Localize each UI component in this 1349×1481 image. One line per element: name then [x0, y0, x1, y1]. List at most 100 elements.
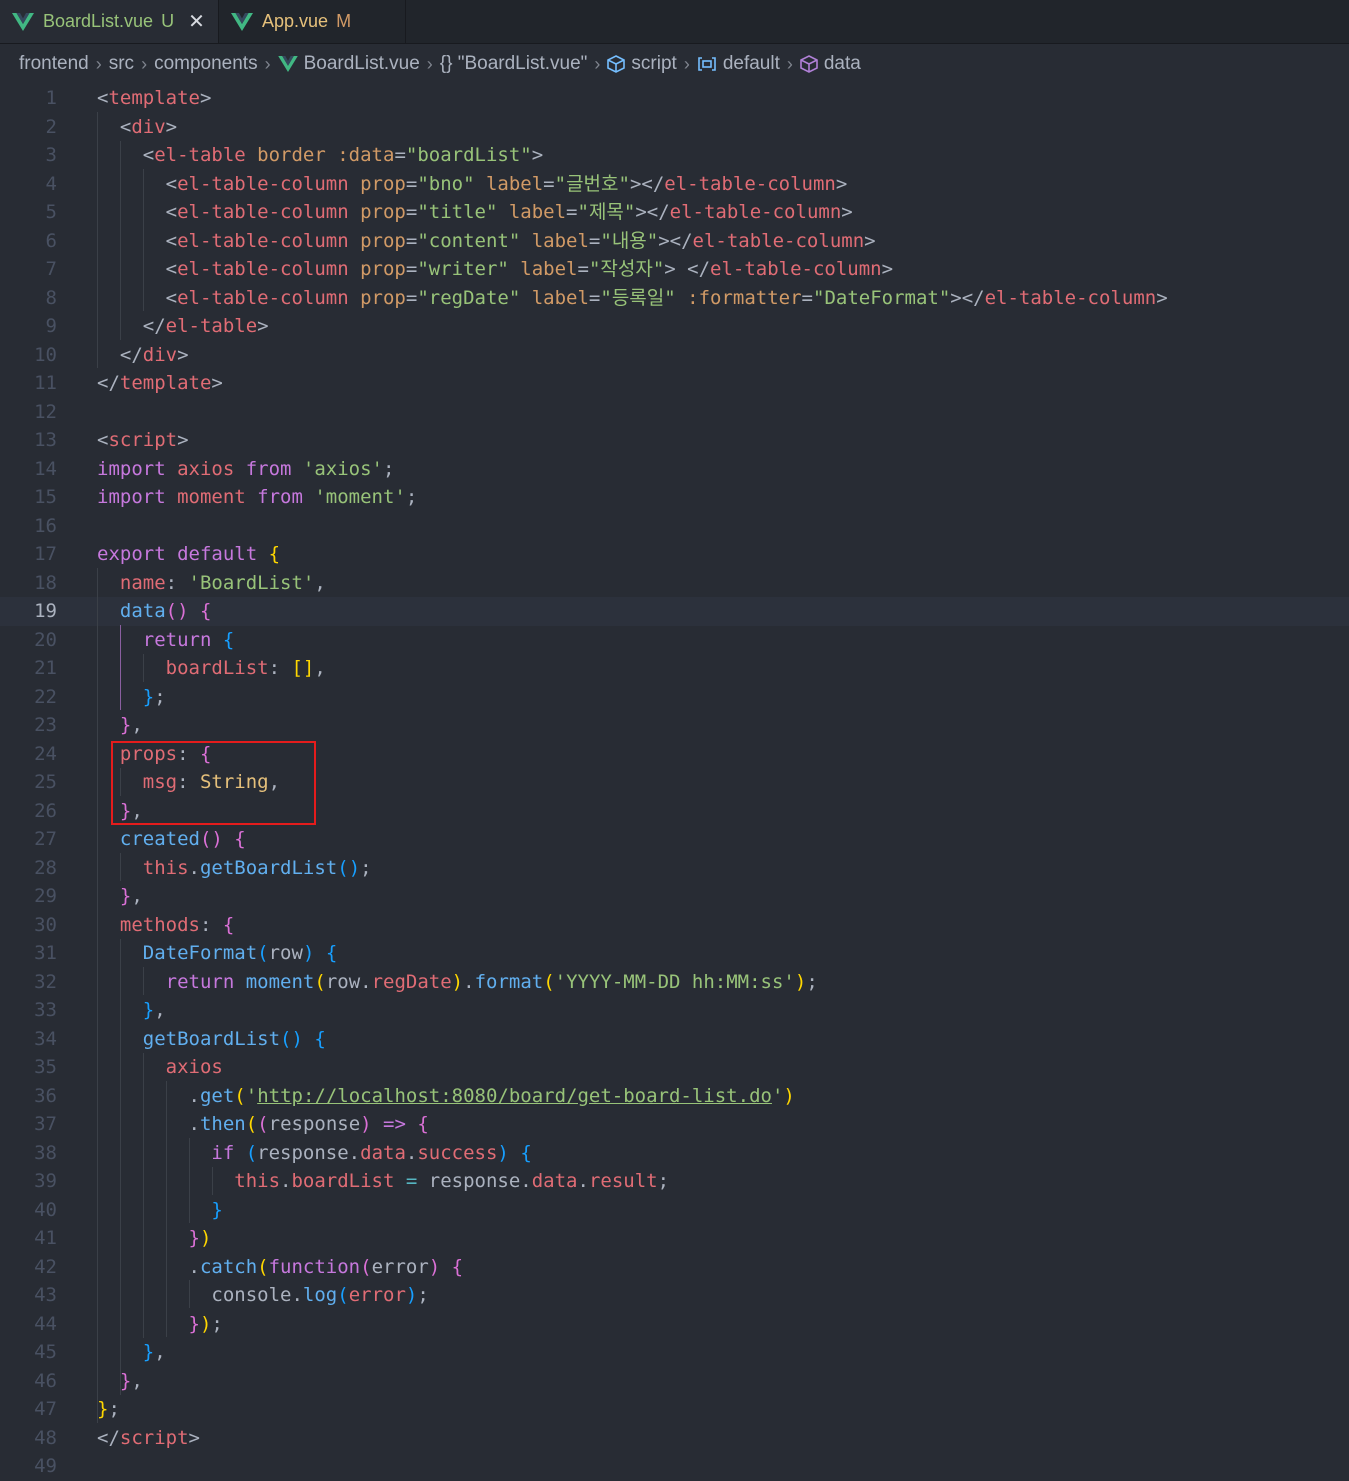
code-text: <script> — [97, 426, 189, 455]
code-line[interactable]: 19 data() { — [0, 597, 1349, 626]
code-token: el-table-column — [664, 172, 836, 195]
code-line[interactable]: 2 <div> — [0, 113, 1349, 142]
code-token: . — [97, 1113, 200, 1135]
line-number: 31 — [34, 942, 57, 964]
code-line[interactable]: 37 .then((response) => { — [0, 1110, 1349, 1139]
code-token: ; — [417, 1284, 429, 1306]
line-number: 38 — [34, 1141, 57, 1164]
code-token: ( — [245, 1113, 258, 1135]
code-line[interactable]: 36 .get('http://localhost:8080/board/get… — [0, 1082, 1349, 1111]
breadcrumb-item-src[interactable]: src — [109, 53, 134, 75]
tab-app-vue[interactable]: App.vue M — [219, 0, 406, 43]
code-token: ' — [245, 1084, 258, 1107]
breadcrumb-item-module[interactable]: {} "BoardList.vue" — [440, 53, 588, 75]
code-line[interactable]: 3 <el-table border :data="boardList"> — [0, 141, 1349, 170]
code-text: <el-table-column prop="regDate" label="등… — [97, 284, 1168, 313]
code-line[interactable]: 44 }); — [0, 1310, 1349, 1339]
code-line[interactable]: 12 — [0, 398, 1349, 427]
code-line[interactable]: 6 <el-table-column prop="content" label=… — [0, 227, 1349, 256]
code-line[interactable]: 46 }, — [0, 1367, 1349, 1396]
code-text: axios — [97, 1053, 223, 1082]
code-line[interactable]: 30 methods: { — [0, 911, 1349, 940]
code-token: ) — [199, 1312, 212, 1335]
code-line[interactable]: 22 }; — [0, 683, 1349, 712]
line-number: 39 — [34, 1170, 57, 1192]
code-token: = — [588, 229, 601, 252]
code-line[interactable]: 32 return moment(row.regDate).format('YY… — [0, 968, 1349, 997]
breadcrumb-item-script[interactable]: script — [631, 53, 676, 75]
code-token: > — [188, 1426, 200, 1449]
code-line[interactable]: 17 export default { — [0, 540, 1349, 569]
close-icon[interactable]: ✕ — [188, 9, 205, 34]
code-line[interactable]: 18 name: 'BoardList', — [0, 569, 1349, 598]
code-line[interactable]: 41 }) — [0, 1224, 1349, 1253]
code-line[interactable]: 31 DateFormat(row) { — [0, 939, 1349, 968]
code-line[interactable]: 45 }, — [0, 1338, 1349, 1367]
code-token: prop — [348, 286, 406, 309]
code-token: prop — [348, 201, 406, 223]
indent-guide — [143, 169, 144, 311]
code-line[interactable]: 35 axios — [0, 1053, 1349, 1082]
code-line[interactable]: 20 return { — [0, 626, 1349, 655]
code-line[interactable]: 43 console.log(error); — [0, 1281, 1349, 1310]
code-token: : — [199, 913, 223, 936]
code-token: . — [97, 1255, 200, 1278]
code-token: = — [405, 201, 418, 223]
line-number: 22 — [34, 685, 57, 708]
code-line[interactable]: 21 boardList: [], — [0, 654, 1349, 683]
code-line[interactable]: 40 } — [0, 1196, 1349, 1225]
code-token: 'moment' — [302, 486, 406, 508]
breadcrumb-item-components[interactable]: components — [154, 53, 258, 75]
code-token: "regDate" — [417, 286, 521, 309]
code-token: :formatter — [675, 286, 802, 309]
code-line[interactable]: 49 — [0, 1452, 1349, 1481]
code-line[interactable]: 8 <el-table-column prop="regDate" label=… — [0, 284, 1349, 313]
code-token: data — [360, 1141, 406, 1164]
code-token: result — [588, 1170, 658, 1192]
code-line[interactable]: 13 <script> — [0, 426, 1349, 455]
code-token: () — [199, 828, 223, 850]
code-line[interactable]: 38 if (response.data.success) { — [0, 1139, 1349, 1168]
breadcrumb-item-data[interactable]: data — [824, 53, 861, 75]
code-token: } — [97, 1398, 109, 1420]
code-line[interactable]: 9 </el-table> — [0, 312, 1349, 341]
line-number: 2 — [45, 115, 57, 138]
code-line[interactable]: 29 }, — [0, 882, 1349, 911]
code-line[interactable]: 23 }, — [0, 711, 1349, 740]
code-line[interactable]: 48 </script> — [0, 1424, 1349, 1453]
code-line[interactable]: 14 import axios from 'axios'; — [0, 455, 1349, 484]
code-line[interactable]: 4 <el-table-column prop="bno" label="글번호… — [0, 170, 1349, 199]
tab-boardlist-vue[interactable]: BoardList.vue U ✕ — [0, 0, 219, 43]
code-token: , — [154, 999, 166, 1021]
code-line[interactable]: 33 }, — [0, 996, 1349, 1025]
code-token: , — [314, 571, 326, 594]
code-line[interactable]: 15 import moment from 'moment'; — [0, 483, 1349, 512]
code-line[interactable]: 11 </template> — [0, 369, 1349, 398]
breadcrumb-item-default[interactable]: default — [723, 53, 780, 75]
breadcrumb-item-file[interactable]: BoardList.vue — [304, 53, 420, 75]
code-text: this.getBoardList(); — [97, 854, 372, 883]
code-line[interactable]: 7 <el-table-column prop="writer" label="… — [0, 255, 1349, 284]
code-token: () — [280, 1027, 303, 1050]
code-token: el-table-column — [669, 201, 842, 223]
code-line[interactable]: 39 this.boardList = response.data.result… — [0, 1167, 1349, 1196]
code-token: } — [97, 1198, 223, 1221]
line-number: 19 — [34, 600, 57, 622]
code-token: } — [97, 999, 155, 1021]
code-line[interactable]: 34 getBoardList() { — [0, 1025, 1349, 1054]
line-number: 29 — [34, 885, 57, 907]
code-line[interactable]: 5 <el-table-column prop="title" label="제… — [0, 198, 1349, 227]
code-text: }, — [97, 996, 166, 1025]
code-line[interactable]: 10 </div> — [0, 341, 1349, 370]
line-number: 37 — [34, 1113, 57, 1135]
code-line[interactable]: 16 — [0, 512, 1349, 541]
code-line[interactable]: 1 <template> — [0, 84, 1349, 113]
line-number: 45 — [34, 1341, 57, 1363]
breadcrumb-item-frontend[interactable]: frontend — [19, 53, 89, 75]
code-line[interactable]: 27 created() { — [0, 825, 1349, 854]
code-line[interactable]: 42 .catch(function(error) { — [0, 1253, 1349, 1282]
code-token: < — [97, 115, 132, 138]
code-line[interactable]: 47}; — [0, 1395, 1349, 1424]
indent-guide — [212, 1167, 213, 1195]
code-line[interactable]: 28 this.getBoardList(); — [0, 854, 1349, 883]
